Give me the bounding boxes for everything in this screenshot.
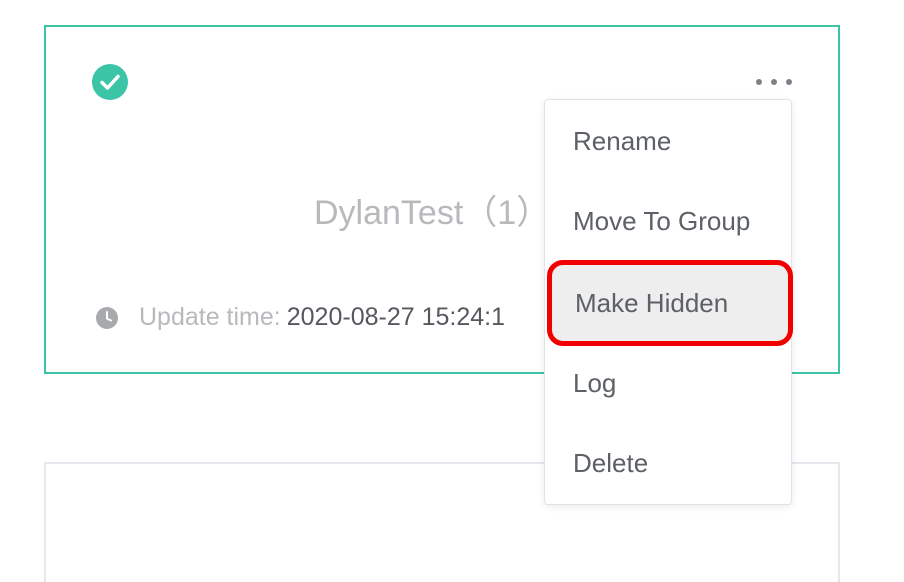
clock-icon bbox=[96, 306, 118, 329]
check-circle-icon bbox=[92, 64, 128, 100]
menu-item-log[interactable]: Log bbox=[545, 350, 791, 416]
context-menu: Rename Move To Group Make Hidden Log Del… bbox=[544, 99, 793, 505]
update-time-row: Update time: 2020-08-27 15:24:1 bbox=[96, 303, 505, 332]
menu-item-make-hidden[interactable]: Make Hidden bbox=[547, 260, 793, 346]
card-title: DylanTest（1） bbox=[314, 194, 551, 232]
more-options-icon[interactable] bbox=[754, 69, 794, 93]
update-time-label: Update time: bbox=[139, 303, 281, 331]
update-time-value: 2020-08-27 15:24:1 bbox=[286, 303, 505, 331]
menu-item-move-to-group[interactable]: Move To Group bbox=[545, 188, 791, 254]
menu-item-delete[interactable]: Delete bbox=[545, 430, 791, 496]
menu-item-rename[interactable]: Rename bbox=[545, 108, 791, 174]
